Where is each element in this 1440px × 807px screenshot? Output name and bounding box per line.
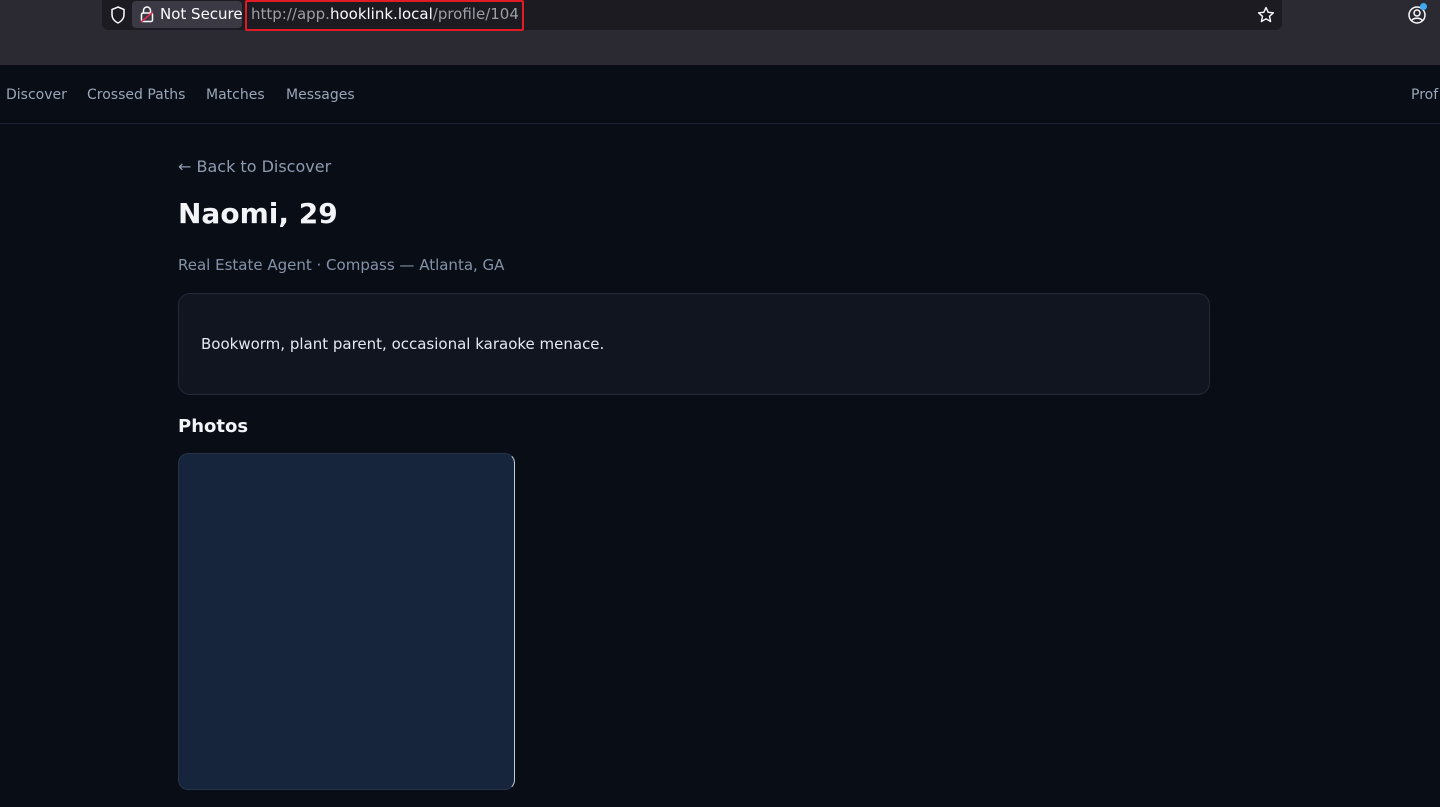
lock-icon xyxy=(140,6,154,23)
profile-subtitle: Real Estate Agent · Compass — Atlanta, G… xyxy=(178,256,505,274)
back-to-discover-link[interactable]: ← Back to Discover xyxy=(178,157,331,177)
star-icon[interactable] xyxy=(1257,6,1275,24)
profile-name: Naomi, 29 xyxy=(178,197,338,230)
not-secure-label: Not Secure xyxy=(160,5,243,23)
shield-icon[interactable] xyxy=(110,6,126,24)
nav-crossed-paths[interactable]: Crossed Paths xyxy=(87,86,185,104)
bio-card: Bookworm, plant parent, occasional karao… xyxy=(178,293,1210,395)
url-text[interactable]: http://app.hooklink.local/profile/104 xyxy=(251,5,519,23)
bio-text: Bookworm, plant parent, occasional karao… xyxy=(201,335,605,353)
url-scheme: http://app. xyxy=(251,5,330,23)
nav-messages[interactable]: Messages xyxy=(286,86,355,104)
nav-profile[interactable]: Prof xyxy=(1411,86,1438,104)
url-host: hooklink.local xyxy=(329,5,433,23)
notification-dot xyxy=(1420,3,1427,10)
app-nav: Discover Crossed Paths Matches Messages … xyxy=(0,65,1440,124)
photos-heading: Photos xyxy=(178,416,249,437)
nav-matches[interactable]: Matches xyxy=(206,86,265,104)
nav-discover[interactable]: Discover xyxy=(6,86,67,104)
url-path: /profile/104 xyxy=(432,5,519,23)
profile-photo[interactable] xyxy=(178,453,515,790)
